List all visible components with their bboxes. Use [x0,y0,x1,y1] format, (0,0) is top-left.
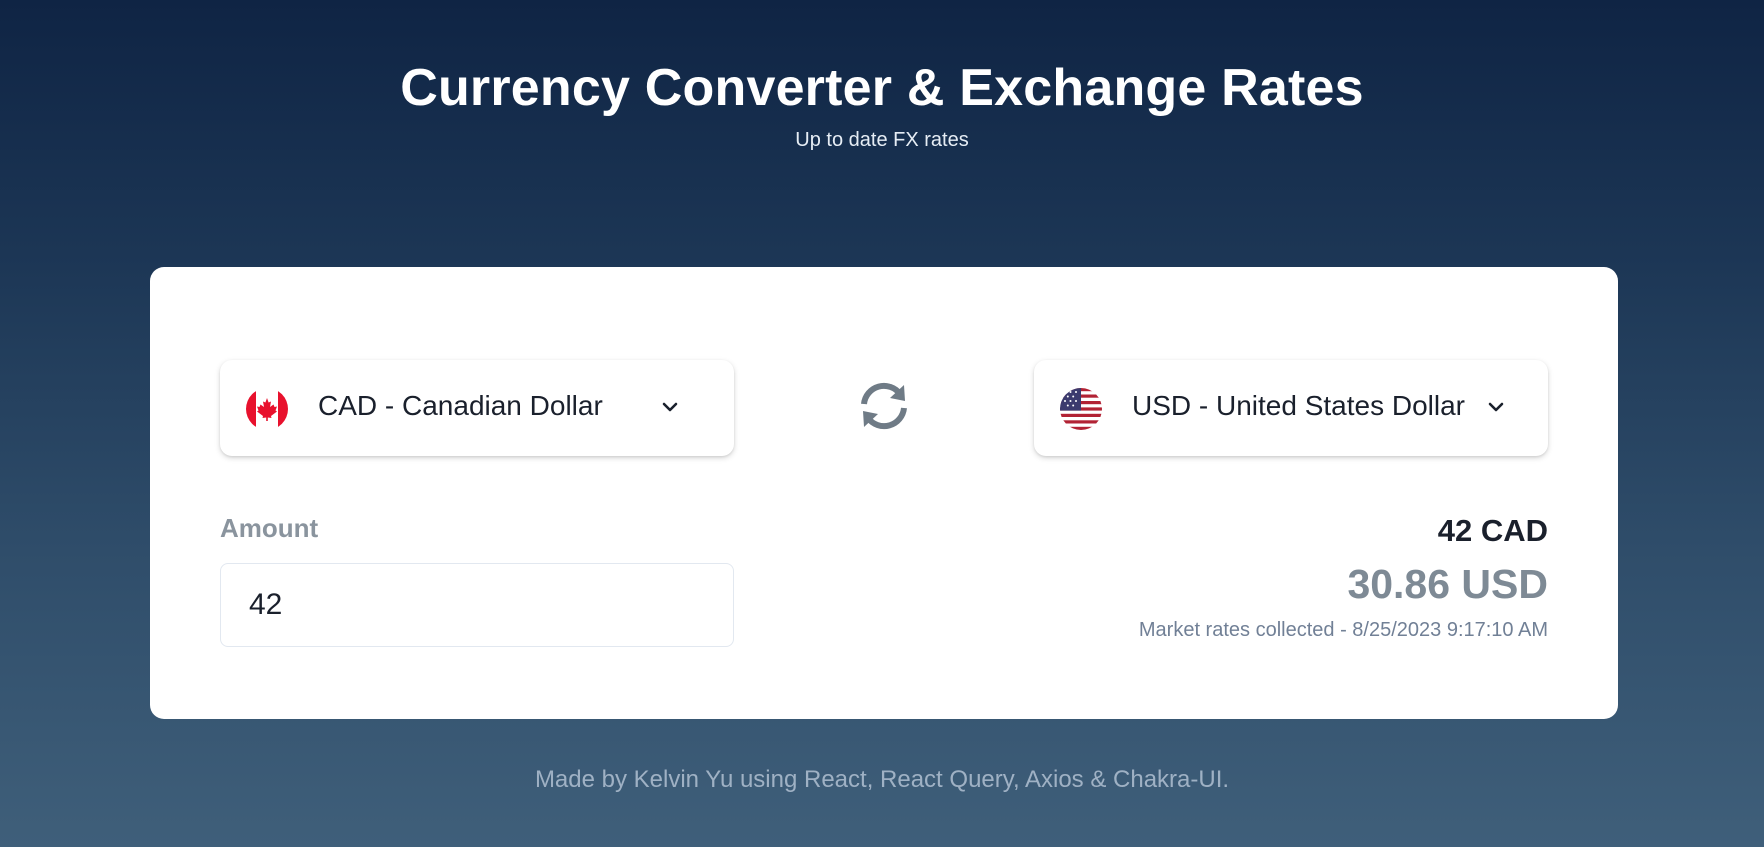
result-to-amount: 30.86 USD [1347,561,1548,607]
usa-flag-icon [1060,388,1102,430]
amount-input[interactable] [220,563,734,647]
chevron-down-icon [659,396,681,418]
to-currency-label: USD - United States Dollar [1132,390,1466,421]
converter-card: CAD - Canadian Dollar USD - United State… [150,267,1618,719]
page-subtitle: Up to date FX rates [795,129,969,151]
amount-label: Amount [220,513,319,543]
from-currency-select[interactable]: CAD - Canadian Dollar [220,360,734,456]
to-currency-select[interactable]: USD - United States Dollar [1034,360,1548,456]
from-currency-label: CAD - Canadian Dollar [318,390,603,421]
conversion-result: 42 CAD 30.86 USD Market rates collected … [1139,511,1548,643]
swap-currencies-button[interactable] [852,380,916,436]
chevron-down-icon [1485,396,1507,418]
canada-flag-icon [246,388,288,430]
rates-timestamp: Market rates collected - 8/25/2023 9:17:… [1138,619,1548,641]
result-from-amount: 42 CAD [1437,513,1548,548]
footer-credits: Made by Kelvin Yu using React, React Que… [534,766,1230,793]
page-title: Currency Converter & Exchange Rates [400,59,1364,117]
swap-arrows-icon [855,380,913,437]
